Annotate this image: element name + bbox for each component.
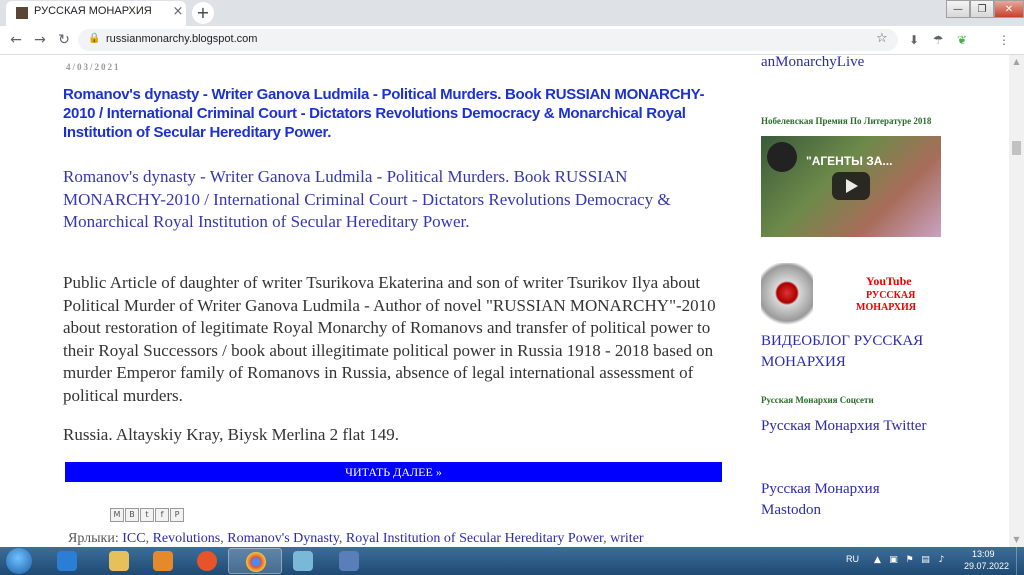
menu-kebab-icon[interactable]: ⋮: [996, 33, 1012, 49]
sidebar-live-link[interactable]: anMonarchyLive: [761, 55, 864, 71]
app-icon: [293, 551, 313, 571]
tab-title: РУССКАЯ МОНАРХИЯ: [34, 5, 152, 17]
label-link[interactable]: Revolutions: [153, 531, 221, 546]
post-paragraph: Public Article of daughter of writer Tsu…: [63, 273, 716, 405]
post-labels: Ярлыки: ICC, Revolutions, Romanov's Dyna…: [68, 531, 644, 546]
sidebar-mastodon-link[interactable]: Русская Монархия Mastodon: [761, 479, 941, 521]
sidebar-video-embed[interactable]: "АГЕНТЫ ЗА...: [761, 136, 941, 237]
browser-toolbar: ← → ↻ 🔒 russianmonarchy.blogspot.com ☆ ⬇…: [0, 26, 1024, 55]
banner-youtube-text: YouTube: [866, 274, 912, 288]
reload-button[interactable]: ↻: [54, 30, 74, 50]
labels-prefix: Ярлыки:: [68, 531, 119, 546]
browser-tab[interactable]: РУССКАЯ МОНАРХИЯ ×: [6, 1, 186, 26]
favicon-icon: [16, 7, 28, 19]
taskbar-screenshot[interactable]: [322, 548, 376, 574]
taskbar: RU ▲ ▣ ⚑ ▤ ♪ 13:09 29.07.2022: [0, 547, 1024, 575]
folder-icon: [109, 551, 129, 571]
url-text[interactable]: russianmonarchy.blogspot.com: [106, 33, 257, 45]
play-button[interactable]: [832, 172, 870, 200]
banner-line: РУССКАЯ: [866, 290, 916, 301]
show-desktop-button[interactable]: [1016, 547, 1024, 575]
tab-strip: РУССКАЯ МОНАРХИЯ × + — ❐ ✕: [0, 0, 1024, 26]
minimize-button[interactable]: —: [946, 0, 970, 18]
twitter-share-icon[interactable]: t: [140, 508, 154, 522]
back-button[interactable]: ←: [6, 30, 26, 50]
post-subtitle: Romanov's dynasty - Writer Ganova Ludmil…: [63, 167, 671, 231]
close-window-button[interactable]: ✕: [994, 0, 1024, 18]
banner-line: МОНАРХИЯ: [856, 302, 917, 313]
share-bar: MBtfP: [110, 508, 185, 522]
taskbar-ie[interactable]: [40, 548, 94, 574]
facebook-share-icon[interactable]: f: [155, 508, 169, 522]
label-link[interactable]: Royal Institution of Secular Hereditary …: [346, 531, 603, 546]
tray-app-icon[interactable]: ▣: [888, 555, 899, 566]
post-address: Russia. Altayskiy Kray, Biysk Merlina 2 …: [63, 425, 400, 444]
channel-avatar[interactable]: [767, 142, 797, 172]
download-icon[interactable]: ⬇: [906, 33, 922, 49]
label-link[interactable]: ICC: [122, 531, 145, 546]
sidebar-twitter-link[interactable]: Русская Монархия Twitter: [761, 416, 941, 437]
blog-share-icon[interactable]: B: [125, 508, 139, 522]
lock-icon[interactable]: 🔒: [88, 33, 100, 46]
post-title-link[interactable]: Romanov's dynasty - Writer Ganova Ludmil…: [63, 85, 728, 142]
pinterest-share-icon[interactable]: P: [170, 508, 184, 522]
sidebar-nobel-heading: Нобелевская Премия По Литературе 2018: [761, 116, 932, 126]
firefox-icon: [197, 551, 217, 571]
scroll-down-arrow-icon[interactable]: ▼: [1009, 533, 1024, 547]
new-tab-button[interactable]: +: [192, 2, 214, 24]
sidebar-youtube-banner[interactable]: YouTube РУССКАЯ МОНАРХИЯ: [761, 263, 941, 325]
taskbar-firefox[interactable]: [180, 548, 234, 574]
clock-time[interactable]: 13:09: [972, 549, 995, 559]
tray-network-icon[interactable]: ▤: [920, 555, 931, 566]
address-bar[interactable]: 🔒 russianmonarchy.blogspot.com ☆: [78, 29, 898, 51]
taskbar-chrome[interactable]: [228, 548, 282, 574]
screenshot-icon: [339, 551, 359, 571]
page-content: 4/03/2021 Romanov's dynasty - Writer Gan…: [0, 55, 1024, 547]
media-player-icon: [153, 551, 173, 571]
read-more-button[interactable]: ЧИТАТЬ ДАЛЕЕ »: [65, 462, 722, 482]
start-button[interactable]: [6, 548, 32, 574]
video-title[interactable]: "АГЕНТЫ ЗА...: [806, 154, 892, 168]
bookmark-star-icon[interactable]: ☆: [876, 31, 888, 46]
sidebar-vlog-link[interactable]: ВИДЕОБЛОГ РУССКАЯ МОНАРХИЯ: [761, 331, 951, 373]
extension-leaf-icon[interactable]: ❦: [954, 33, 970, 49]
tray-volume-icon[interactable]: ♪: [936, 555, 947, 566]
clock-date[interactable]: 29.07.2022: [964, 561, 1009, 571]
scroll-up-arrow-icon[interactable]: ▲: [1009, 55, 1024, 69]
tab-close-button[interactable]: ×: [170, 4, 186, 20]
forward-button[interactable]: →: [30, 30, 50, 50]
label-link[interactable]: Romanov's Dynasty: [227, 531, 339, 546]
language-indicator[interactable]: RU: [846, 554, 859, 564]
scroll-thumb[interactable]: [1012, 141, 1021, 155]
ie-icon: [57, 551, 77, 571]
tray-expand-icon[interactable]: ▲: [872, 555, 883, 566]
restore-button[interactable]: ❐: [970, 0, 994, 18]
chrome-icon: [246, 552, 266, 572]
sidebar-social-heading: Русская Монархия Соцсети: [761, 395, 874, 405]
extension-umbrella-icon[interactable]: ☂: [930, 33, 946, 49]
post-date: 4/03/2021: [66, 62, 121, 72]
email-share-icon[interactable]: M: [110, 508, 124, 522]
play-icon: [846, 179, 858, 193]
crown-image: [761, 263, 813, 325]
label-link[interactable]: writer: [610, 531, 643, 546]
vertical-scrollbar[interactable]: ▲ ▼: [1009, 55, 1024, 547]
tray-flag-icon[interactable]: ⚑: [904, 555, 915, 566]
